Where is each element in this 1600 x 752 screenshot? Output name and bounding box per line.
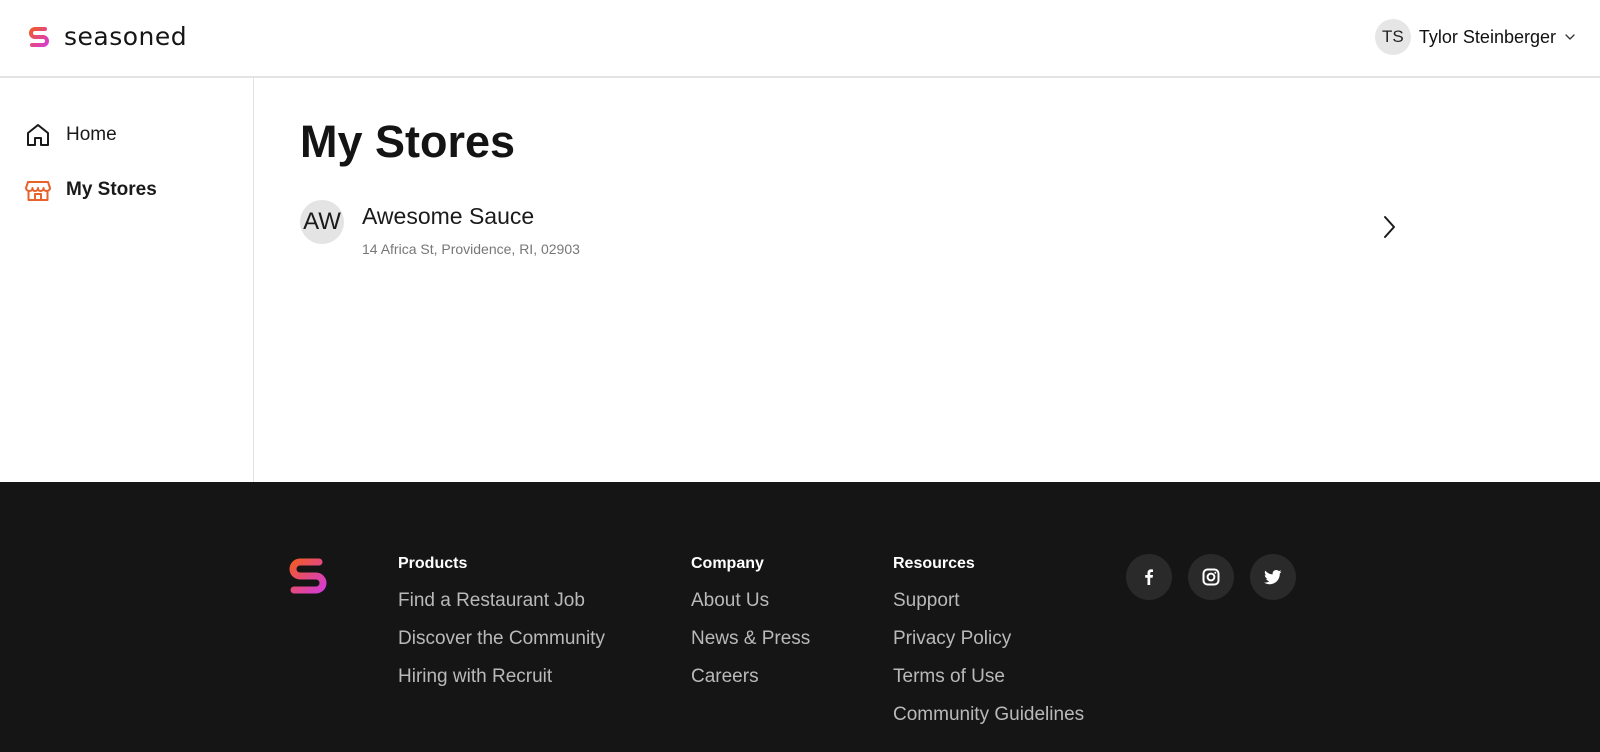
footer-link[interactable]: Careers: [691, 666, 810, 688]
instagram-icon: [1202, 568, 1220, 586]
brand-name: seasoned: [64, 22, 188, 51]
home-icon: [27, 124, 49, 146]
social-links: [1126, 554, 1312, 600]
footer-column-resources: Resources Support Privacy Policy Terms o…: [893, 554, 1084, 742]
store-name: Awesome Sauce: [362, 203, 535, 229]
user-avatar: TS: [1374, 19, 1411, 55]
main-content: My Stores AW Awesome Sauce 14 Africa St,…: [254, 78, 1600, 482]
store-avatar: AW: [300, 200, 344, 244]
sidebar-item-label: My Stores: [66, 179, 157, 200]
sidebar-item-home[interactable]: Home: [24, 120, 117, 150]
facebook-link[interactable]: [1126, 554, 1172, 600]
footer-link[interactable]: Support: [893, 590, 1084, 612]
footer-link[interactable]: Privacy Policy: [893, 628, 1084, 650]
twitter-link[interactable]: [1250, 554, 1296, 600]
page-title: My Stores: [300, 116, 516, 167]
store-address: 14 Africa St, Providence, RI, 02903: [362, 241, 580, 257]
footer-column-heading: Resources: [893, 555, 975, 572]
footer-column-heading: Company: [691, 555, 764, 572]
footer-column-products: Products Find a Restaurant Job Discover …: [398, 554, 605, 704]
footer-column-company: Company About Us News & Press Careers: [691, 554, 810, 704]
chevron-down-icon: [1565, 34, 1575, 40]
sidebar-item-label: Home: [66, 124, 117, 145]
chevron-right-icon[interactable]: [1379, 214, 1399, 240]
user-menu[interactable]: TS Tylor Steinberger: [1374, 19, 1576, 55]
footer: Products Find a Restaurant Job Discover …: [0, 482, 1600, 752]
top-header: seasoned TS Tylor Steinberger: [0, 0, 1600, 78]
store-icon: [25, 181, 51, 201]
seasoned-logo-icon[interactable]: [285, 554, 331, 600]
footer-link[interactable]: Hiring with Recruit: [398, 666, 605, 688]
footer-link[interactable]: Discover the Community: [398, 628, 605, 650]
footer-link[interactable]: Terms of Use: [893, 666, 1084, 688]
footer-link[interactable]: Community Guidelines: [893, 704, 1084, 726]
footer-link[interactable]: About Us: [691, 590, 810, 612]
footer-link[interactable]: Find a Restaurant Job: [398, 590, 605, 612]
seasoned-logo-icon: [29, 27, 49, 47]
twitter-icon: [1264, 570, 1282, 585]
user-name: Tylor Steinberger: [1418, 26, 1556, 47]
sidebar: Home My Stores: [0, 78, 254, 482]
sidebar-item-my-stores[interactable]: My Stores: [24, 175, 157, 205]
instagram-link[interactable]: [1188, 554, 1234, 600]
brand[interactable]: seasoned: [26, 22, 187, 52]
facebook-icon: [1145, 569, 1153, 585]
store-list-item[interactable]: AW Awesome Sauce 14 Africa St, Providenc…: [300, 200, 1450, 262]
footer-link[interactable]: News & Press: [691, 628, 810, 650]
footer-column-heading: Products: [398, 555, 468, 572]
